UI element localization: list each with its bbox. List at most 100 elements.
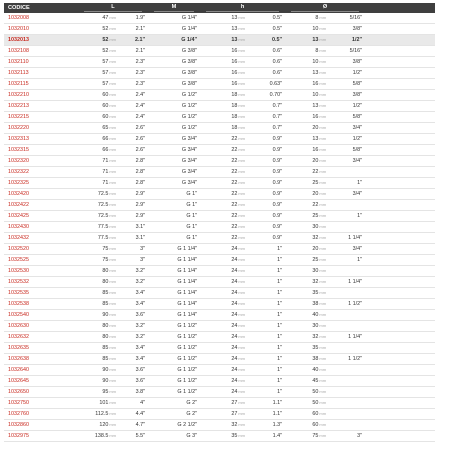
cell-code: 1032110 [4,56,78,68]
cell-thread: G 1 1/4" [148,287,201,299]
cell-height-mm: 24mm [200,364,249,376]
cell-code: 1032425 [4,210,78,222]
cell-diameter-in: 3/4" [329,243,366,255]
header-height: h [200,3,286,13]
unit-label: mm [238,37,246,42]
cell-spacer [365,188,436,200]
cell-spacer [365,155,436,167]
cell-diameter-mm: 30mm [285,320,330,332]
cell-height-mm: 18mm [200,100,249,112]
cell-code: 1032420 [4,188,78,200]
table-row: 1032860 120mm 4.7" G 2 1/2" 32mm 1.3" 60mm [4,419,436,431]
unit-label: mm [319,191,327,196]
unit-label: mm [238,92,246,97]
unit-label: mm [238,48,246,53]
cell-length-mm: 57mm [78,78,119,90]
cell-height-in: 1.4" [248,430,286,442]
cell-length-mm: 90mm [78,375,119,387]
cell-length-mm: 66mm [78,144,119,156]
cell-length-in: 2.4" [119,89,149,101]
cell-length-mm: 75mm [78,243,119,255]
cell-length-in: 3.8" [119,386,149,398]
cell-length-mm: 138.5mm [78,430,119,442]
cell-height-mm: 18mm [200,89,249,101]
table-row: 1032430 77.5mm 3.1" G 1" 22mm 0.9" 30mm [4,221,436,233]
cell-thread: G 1/4" [148,34,201,46]
unit-label: mm [319,59,327,64]
cell-diameter-in: 1/2" [329,133,366,145]
unit-label: mm [109,301,116,306]
cell-spacer [365,375,436,387]
cell-length-mm: 52mm [78,45,119,57]
table-row: 1032750 101mm 4" G 2" 27mm 1.1" 50mm [4,397,436,409]
cell-diameter-mm: 10mm [285,89,330,101]
cell-code: 1032213 [4,100,78,112]
unit-label: mm [109,378,116,383]
cell-diameter-in: 1 1/4" [329,232,366,244]
cell-height-in: 1" [248,353,286,365]
unit-label: mm [319,224,327,229]
cell-spacer [365,287,436,299]
cell-diameter-mm: 50mm [285,386,330,398]
unit-label: mm [319,411,327,416]
cell-thread: G 1" [148,232,201,244]
unit-label: mm [319,268,327,273]
cell-thread: G 3/4" [148,133,201,145]
unit-label: mm [238,191,246,196]
unit-label: mm [319,125,327,130]
cell-code: 1032013 [4,34,78,46]
cell-code: 1032432 [4,232,78,244]
unit-label: mm [109,180,116,185]
cell-code: 1032322 [4,166,78,178]
table-row: 1032320 71mm 2.8" G 3/4" 22mm 0.9" 20mm 3/4" [4,155,436,167]
cell-height-in: 1.1" [248,397,286,409]
cell-height-mm: 13mm [200,23,249,35]
cell-diameter-mm: 13mm [285,67,330,79]
cell-diameter-mm: 16mm [285,144,330,156]
unit-label: mm [109,81,116,86]
cell-diameter-in [329,265,366,277]
cell-height-in: 1.1" [248,408,286,420]
unit-label: mm [319,367,327,372]
cell-spacer [365,13,436,24]
cell-length-in: 3.2" [119,276,149,288]
cell-length-mm: 57mm [78,67,119,79]
table-row: 1032325 71mm 2.8" G 3/4" 22mm 0.9" 25mm 1" [4,177,436,189]
unit-label: mm [319,323,327,328]
cell-length-mm: 90mm [78,364,119,376]
unit-label: mm [319,257,327,262]
product-table: CODICE L M h Ø 1032008 47mm 1.9" G 1/4" 13mm… [4,3,436,442]
unit-label: mm [109,400,116,405]
cell-length-mm: 66mm [78,133,119,145]
cell-thread: G 1" [148,199,201,211]
unit-label: mm [109,411,116,416]
table-row: 1032008 47mm 1.9" G 1/4" 13mm 0.5" 8mm 5/16" [4,13,436,24]
cell-diameter-mm: 40mm [285,364,330,376]
table-row: 1032108 52mm 2.1" G 3/8" 16mm 0.6" 8mm 5/16" [4,45,436,57]
cell-thread: G 1" [148,210,201,222]
table-row: 1032540 90mm 3.6" G 1 1/4" 24mm 1" 40mm [4,309,436,321]
cell-diameter-mm: 10mm [285,23,330,35]
unit-label: mm [238,334,246,339]
unit-label: mm [109,37,116,42]
cell-code: 1032632 [4,331,78,343]
unit-label: mm [319,235,327,240]
cell-diameter-in: 3/8" [329,89,366,101]
cell-length-in: 2.3" [119,67,149,79]
unit-label: mm [238,103,246,108]
table-body: 1032008 47mm 1.9" G 1/4" 13mm 0.5" 8mm 5/16" 103… [4,13,436,442]
cell-spacer [365,23,436,35]
cell-length-in: 3.6" [119,309,149,321]
cell-code: 1032538 [4,298,78,310]
cell-height-in: 1" [248,364,286,376]
table-row: 1032315 66mm 2.6" G 3/4" 22mm 0.9" 16mm 5/8" [4,144,436,156]
cell-height-mm: 24mm [200,254,249,266]
cell-spacer [365,320,436,332]
cell-height-mm: 24mm [200,375,249,387]
cell-spacer [365,232,436,244]
cell-spacer [365,309,436,321]
cell-code: 1032535 [4,287,78,299]
cell-length-in: 2.8" [119,177,149,189]
header-diameter: Ø [285,3,366,13]
cell-diameter-mm: 20mm [285,243,330,255]
